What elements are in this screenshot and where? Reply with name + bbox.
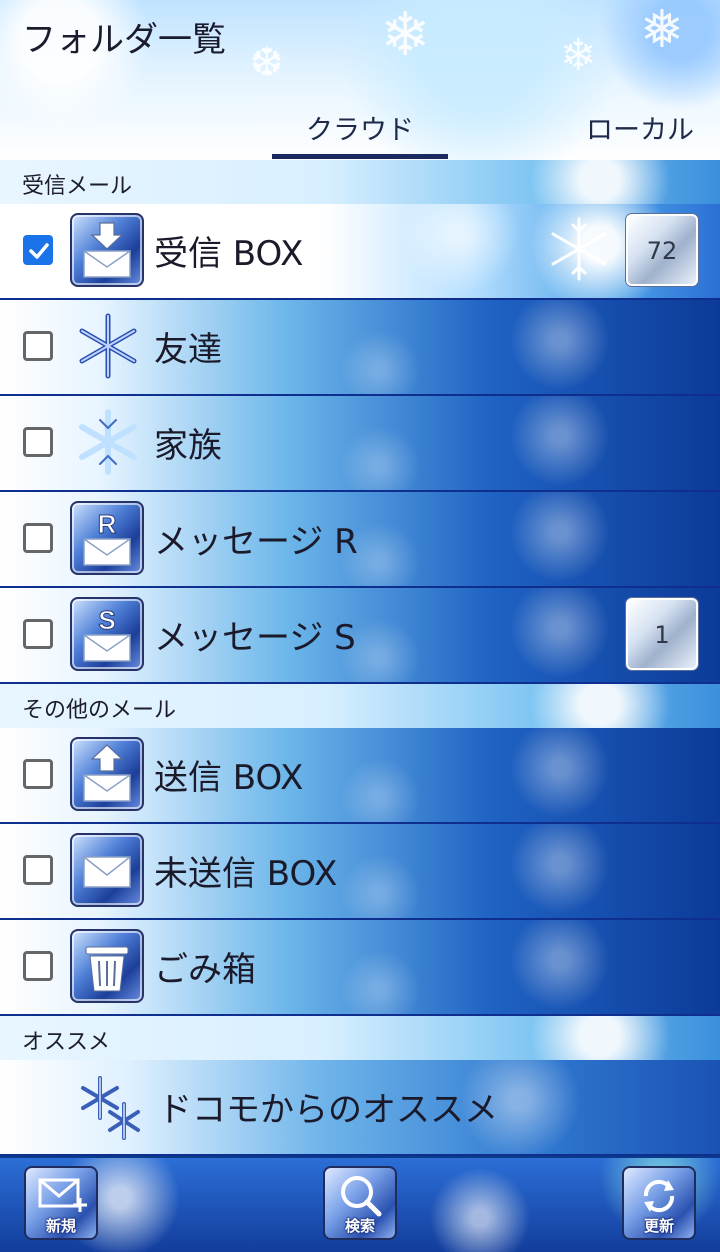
tab-indicator — [272, 154, 448, 159]
page-title: フォルダ一覧 — [22, 20, 226, 60]
section-label: 受信メール — [22, 174, 133, 199]
folder-label: 友達 — [154, 330, 222, 370]
unread-count: 72 — [646, 237, 678, 265]
folder-row-friends[interactable]: 友達 — [0, 300, 720, 396]
folder-checkbox[interactable] — [23, 523, 53, 553]
message-r-icon: R — [70, 501, 144, 575]
folder-label: メッセージ R — [154, 522, 358, 562]
folder-label: 未送信 BOX — [154, 854, 338, 894]
snowflake-icon — [551, 217, 607, 281]
unread-count: 1 — [654, 621, 670, 649]
section-header-other-mail: その他のメール — [0, 684, 720, 728]
folder-label: メッセージ S — [154, 618, 356, 658]
snowflake-icon — [79, 409, 137, 475]
search-label: 検索 — [344, 1217, 375, 1235]
tab-cloud[interactable]: クラウド — [272, 108, 448, 147]
section-label: その他のメール — [22, 698, 177, 723]
outbox-icon — [70, 737, 144, 811]
folder-checkbox[interactable] — [23, 331, 53, 361]
search-button[interactable]: 検索 — [323, 1166, 397, 1240]
folder-label: 受信 BOX — [154, 234, 304, 274]
envelope-icon — [70, 833, 144, 907]
section-header-inbox: 受信メール — [0, 160, 720, 204]
folder-checkbox[interactable] — [23, 759, 53, 789]
snowflake-decoration-icon: ❅ — [640, 0, 684, 60]
folder-row-outbox[interactable]: 送信 BOX — [0, 728, 720, 824]
snowflake-cluster-icon — [81, 1076, 140, 1140]
folder-checkbox[interactable] — [23, 235, 53, 265]
folder-checkbox[interactable] — [23, 619, 53, 649]
folder-checkbox[interactable] — [23, 427, 53, 457]
trash-icon — [70, 929, 144, 1003]
new-mail-button[interactable]: 新規 — [24, 1166, 98, 1240]
recommend-row-docomo[interactable]: ドコモからのオススメ — [0, 1060, 720, 1156]
inbox-icon — [70, 213, 144, 287]
recommend-label: ドコモからのオススメ — [158, 1090, 498, 1130]
folder-checkbox[interactable] — [23, 951, 53, 981]
app-header: ❄ ❄ ❅ ❆ フォルダ一覧 クラウド ローカル — [0, 0, 720, 160]
snowflake-icon — [79, 313, 137, 379]
refresh-label: 更新 — [643, 1217, 674, 1235]
message-s-icon: S — [70, 597, 144, 671]
refresh-button[interactable]: 更新 — [622, 1166, 696, 1240]
folder-row-message-s[interactable]: S メッセージ S 1 — [0, 588, 720, 684]
snowflake-decoration-icon: ❄ — [560, 30, 597, 81]
unread-count-badge: 1 — [626, 598, 698, 670]
check-icon — [29, 243, 49, 259]
folder-checkbox[interactable] — [23, 855, 53, 885]
folder-row-trash[interactable]: ごみ箱 — [0, 920, 720, 1016]
section-label: オススメ — [22, 1030, 111, 1055]
folder-row-unsent[interactable]: 未送信 BOX — [0, 824, 720, 920]
folder-row-inbox[interactable]: 受信 BOX 72 — [0, 204, 720, 300]
tab-local[interactable]: ローカル — [560, 108, 720, 147]
unread-count-badge: 72 — [626, 214, 698, 286]
svg-text:R: R — [98, 509, 117, 539]
snowflake-decoration-icon: ❄ — [380, 0, 431, 70]
snowflake-decoration-icon: ❆ — [250, 40, 284, 86]
bottom-toolbar: 新規 検索 更新 — [0, 1158, 720, 1252]
new-mail-label: 新規 — [45, 1217, 76, 1235]
folder-label: 家族 — [154, 426, 222, 466]
section-header-recommend: オススメ — [0, 1016, 720, 1060]
folder-row-message-r[interactable]: R メッセージ R — [0, 492, 720, 588]
folder-label: 送信 BOX — [154, 758, 304, 798]
folder-row-family[interactable]: 家族 — [0, 396, 720, 492]
folder-label: ごみ箱 — [154, 950, 256, 990]
svg-text:S: S — [98, 605, 115, 635]
